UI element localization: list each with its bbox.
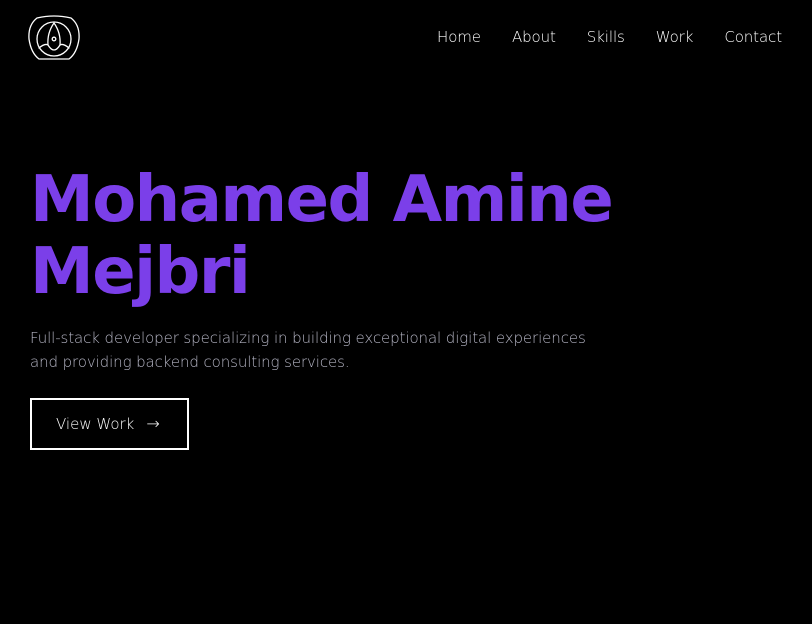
nav-link-home[interactable]: Home (437, 27, 481, 47)
nav-link-about[interactable]: About (512, 27, 556, 47)
logo-icon[interactable] (27, 15, 81, 61)
arrow-right-icon: → (146, 414, 160, 433)
nav-links: Home About Skills Work Contact (437, 27, 782, 47)
hero-subtitle: Full-stack developer specializing in bui… (30, 329, 586, 371)
view-work-label: View Work (56, 415, 135, 433)
view-work-button[interactable]: View Work → (30, 398, 189, 450)
hero-title-line-2: Mejbri (30, 235, 251, 309)
nav-link-contact[interactable]: Contact (724, 27, 782, 47)
navbar: Home About Skills Work Contact (0, 0, 812, 76)
nav-link-work[interactable]: Work (656, 27, 694, 47)
hero-section: Mohamed Amine Mejbri Full-stack develope… (30, 164, 670, 374)
nav-link-skills[interactable]: Skills (587, 27, 625, 47)
hero-title-line-1: Mohamed Amine (30, 163, 614, 237)
hero-title: Mohamed Amine Mejbri (30, 164, 670, 308)
